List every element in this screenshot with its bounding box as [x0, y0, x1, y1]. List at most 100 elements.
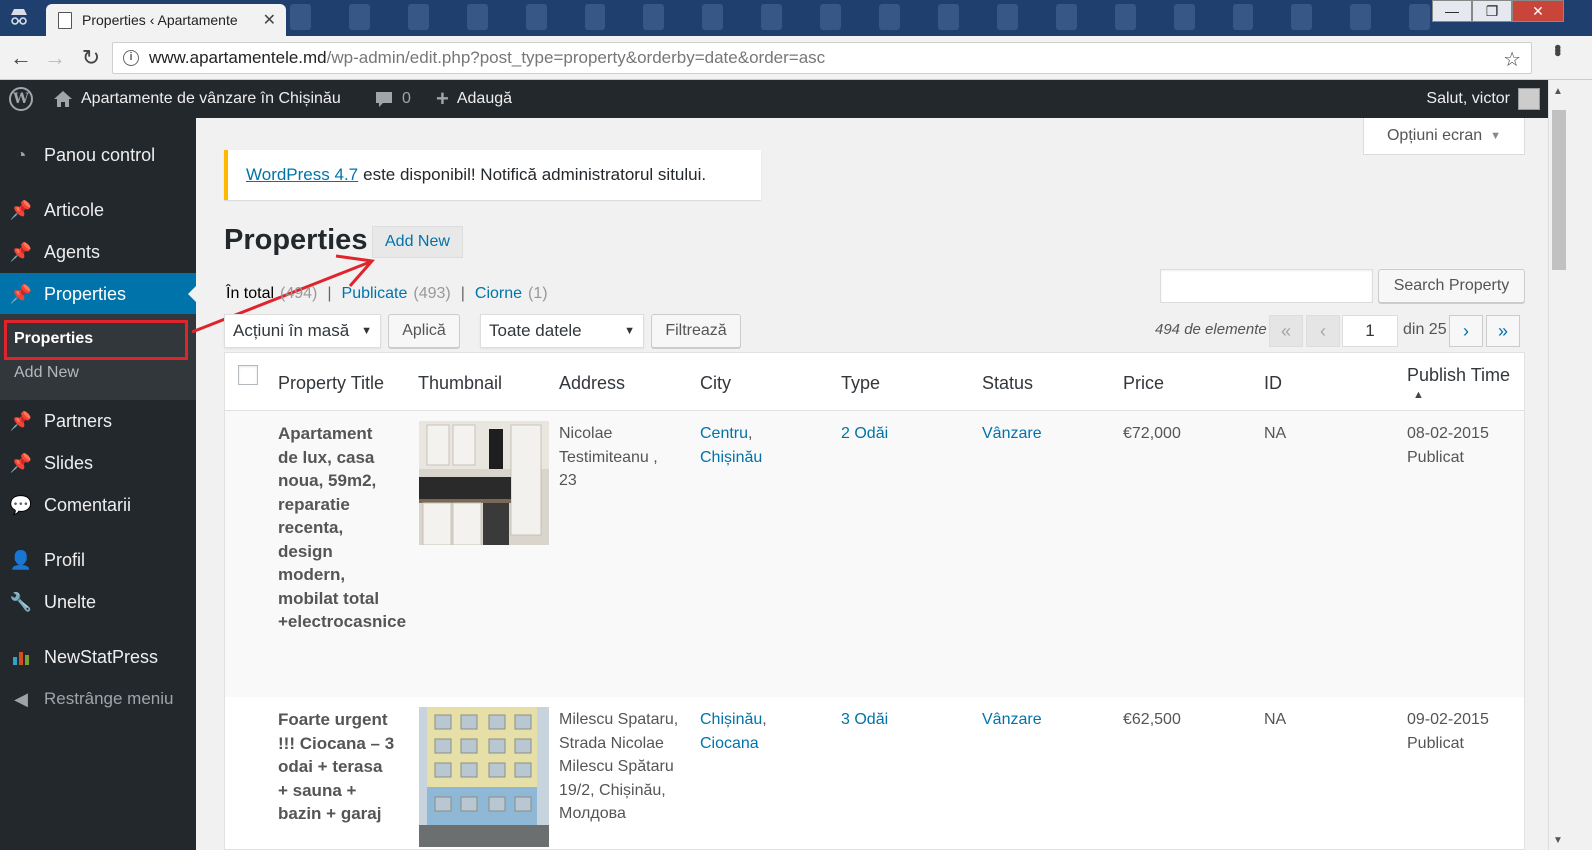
apply-button[interactable]: Aplică — [388, 314, 460, 348]
type-link[interactable]: 3 Odăi — [841, 711, 888, 728]
close-window-button[interactable]: ✕ — [1512, 0, 1564, 22]
search-input[interactable] — [1160, 269, 1373, 303]
col-id[interactable]: ID — [1264, 373, 1282, 394]
caret-down-icon: ▼ — [1490, 130, 1502, 142]
menu-slides[interactable]: 📌 Slides — [0, 442, 196, 484]
background-decoration — [290, 4, 1431, 34]
status-link[interactable]: Vânzare — [982, 425, 1042, 442]
user-icon: 👤 — [9, 549, 33, 570]
chart-icon — [10, 646, 32, 668]
update-link[interactable]: WordPress 4.7 — [246, 165, 358, 185]
prev-page-button[interactable]: ‹ — [1306, 315, 1340, 347]
comments-link[interactable]: 0 — [374, 80, 411, 118]
submenu-add-new[interactable]: Add New — [14, 364, 79, 382]
date-filter-select[interactable]: Toate datele ▼ — [480, 314, 644, 348]
new-content-menu[interactable]: + Adaugă — [436, 80, 512, 118]
wp-logo-menu[interactable]: W — [9, 80, 33, 118]
menu-comentarii[interactable]: 💬 Comentarii — [0, 484, 196, 526]
col-status[interactable]: Status — [982, 373, 1033, 394]
first-page-button[interactable]: « — [1269, 315, 1303, 347]
menu-label: Restrânge meniu — [44, 689, 174, 708]
add-new-button[interactable]: Add New — [372, 226, 463, 258]
date-filter-value: Toate datele — [489, 321, 582, 340]
menu-partners[interactable]: 📌 Partners — [0, 400, 196, 442]
bulk-action-value: Acțiuni în masă — [233, 321, 350, 340]
browser-tab[interactable]: Properties ‹ Apartamente ✕ — [46, 4, 286, 36]
restore-button[interactable]: ❐ — [1472, 0, 1512, 22]
current-page-input[interactable]: 1 — [1342, 315, 1398, 347]
property-city: Chișinău, Ciocana — [700, 711, 767, 752]
incognito-icon — [11, 9, 27, 25]
back-icon[interactable]: ← — [8, 45, 34, 71]
url-host: www.apartamentele.md — [149, 48, 327, 67]
status-link[interactable]: Vânzare — [982, 711, 1042, 728]
type-link[interactable]: 2 Odăi — [841, 425, 888, 442]
scrollbar-thumb[interactable] — [1552, 110, 1566, 270]
col-publish-time[interactable]: Publish Time — [1407, 365, 1510, 386]
bookmark-star-icon[interactable]: ☆ — [1503, 47, 1521, 72]
screen-options-button[interactable]: Opțiuni ecran ▼ — [1363, 118, 1525, 155]
filter-button[interactable]: Filtrează — [651, 314, 741, 348]
property-title-link[interactable]: Foarte urgent !!! Ciocana – 3 odai + ter… — [278, 708, 396, 826]
comments-count: 0 — [402, 90, 411, 107]
table-row: Apartament de lux, casa noua, 59m2, repa… — [225, 411, 1524, 697]
menu-collapse[interactable]: ◀ Restrânge meniu — [0, 678, 196, 720]
menu-profil[interactable]: 👤 Profil — [0, 539, 196, 581]
menu-properties[interactable]: 📌 Properties — [0, 273, 196, 315]
table-header: Property Title Thumbnail Address City Ty… — [225, 353, 1524, 411]
menu-label: Properties — [44, 283, 127, 304]
wrench-icon: 🔧 — [9, 591, 33, 612]
filter-drafts[interactable]: Ciorne — [475, 285, 522, 303]
filter-drafts-count: (1) — [528, 285, 548, 302]
col-price[interactable]: Price — [1123, 373, 1164, 394]
scroll-up-icon[interactable]: ▲ — [1553, 86, 1563, 97]
col-type[interactable]: Type — [841, 373, 880, 394]
property-thumbnail[interactable] — [419, 707, 549, 847]
city-link[interactable]: Centru — [700, 425, 748, 442]
table-row: Foarte urgent !!! Ciocana – 3 odai + ter… — [225, 697, 1524, 849]
property-thumbnail[interactable] — [419, 421, 549, 545]
menu-label: Partners — [44, 410, 113, 431]
city-link[interactable]: Chișinău — [700, 449, 762, 466]
filter-all[interactable]: În total — [226, 285, 274, 303]
site-name-link[interactable]: Apartamente de vânzare în Chișinău — [53, 80, 341, 118]
menu-newstatpress[interactable]: NewStatPress — [0, 636, 196, 678]
col-city[interactable]: City — [700, 373, 731, 394]
col-address[interactable]: Address — [559, 373, 625, 394]
bulk-action-select[interactable]: Acțiuni în masă ▼ — [224, 314, 381, 348]
property-title-link[interactable]: Apartament de lux, casa noua, 59m2, repa… — [278, 422, 406, 634]
browser-menu-icon[interactable]: ••• — [1545, 44, 1568, 53]
col-property-title[interactable]: Property Title — [278, 373, 384, 394]
last-page-button[interactable]: » — [1486, 315, 1520, 347]
property-address: Milescu Spataru, Strada Nicolae Milescu … — [559, 711, 679, 822]
plus-icon: + — [436, 86, 449, 111]
forward-icon[interactable]: → — [42, 45, 68, 71]
next-page-button[interactable]: › — [1449, 315, 1483, 347]
account-menu[interactable]: Salut, victor — [1426, 80, 1540, 118]
pin-icon: 📌 — [9, 199, 33, 220]
close-tab-icon[interactable]: ✕ — [263, 10, 276, 30]
address-bar[interactable]: i www.apartamentele.md/wp-admin/edit.php… — [112, 42, 1532, 74]
reload-icon[interactable]: ↻ — [78, 45, 104, 71]
menu-articole[interactable]: 📌 Articole — [0, 189, 196, 231]
menu-agents[interactable]: 📌 Agents — [0, 231, 196, 273]
filter-all-count: (494) — [280, 285, 318, 302]
site-name: Apartamente de vânzare în Chișinău — [81, 90, 341, 107]
caret-down-icon: ▼ — [361, 325, 372, 337]
filter-published[interactable]: Publicate — [342, 285, 408, 303]
pin-icon: 📌 — [9, 410, 33, 431]
search-button[interactable]: Search Property — [1378, 269, 1525, 303]
info-icon[interactable]: i — [123, 50, 139, 66]
city-link[interactable]: Chișinău — [700, 711, 762, 728]
menu-unelte[interactable]: 🔧 Unelte — [0, 581, 196, 623]
property-id: NA — [1264, 425, 1287, 442]
select-all-checkbox[interactable] — [238, 365, 258, 385]
menu-dashboard[interactable]: ◔ Panou control — [0, 134, 196, 176]
scroll-down-icon[interactable]: ▼ — [1553, 835, 1563, 846]
publish-time: 08-02-2015 Publicat — [1407, 422, 1489, 469]
minimize-button[interactable]: — — [1432, 0, 1472, 22]
property-type: 2 Odăi — [841, 422, 888, 446]
city-link[interactable]: Ciocana — [700, 735, 759, 752]
page-scrollbar[interactable]: ▲ ▼ — [1548, 80, 1568, 850]
url-path: /wp-admin/edit.php?post_type=property&or… — [326, 48, 826, 67]
